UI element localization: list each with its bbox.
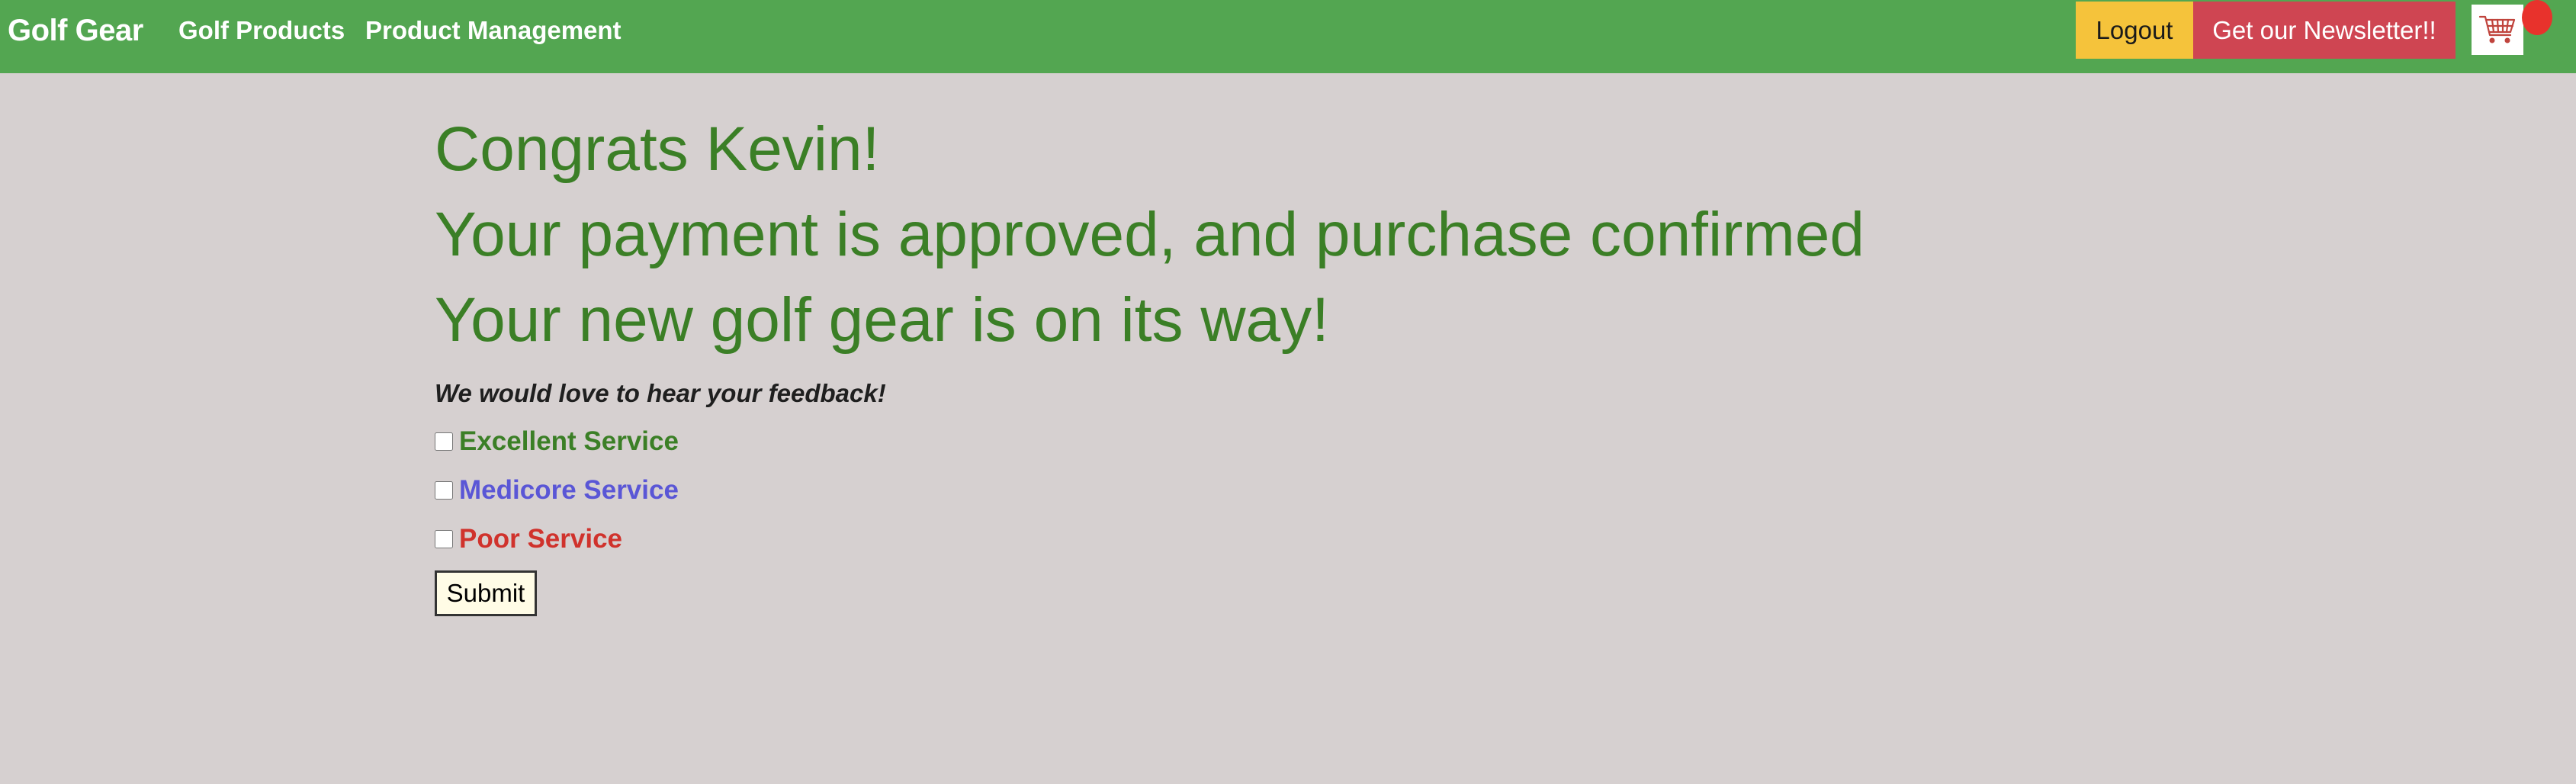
brand-logo[interactable]: Golf Gear [8, 14, 143, 47]
mediocre-service-checkbox[interactable] [435, 481, 453, 500]
poor-service-label[interactable]: Poor Service [459, 523, 622, 555]
shopping-cart-icon [2478, 15, 2516, 43]
feedback-option-poor: Poor Service [435, 523, 2265, 555]
payment-approved-heading: Your payment is approved, and purchase c… [435, 200, 1865, 269]
nav-link-golf-products[interactable]: Golf Products [178, 15, 345, 46]
congrats-heading: Congrats Kevin! [435, 114, 880, 184]
poor-service-checkbox[interactable] [435, 530, 453, 548]
cart-badge [2522, 0, 2552, 35]
top-navbar: Golf Gear Golf Products Product Manageme… [0, 0, 2576, 73]
feedback-option-excellent: Excellent Service [435, 426, 2265, 458]
logout-button[interactable]: Logout [2076, 2, 2193, 59]
nav-link-product-management[interactable]: Product Management [365, 15, 622, 46]
cart-button[interactable] [2472, 5, 2523, 55]
excellent-service-label[interactable]: Excellent Service [459, 426, 679, 458]
newsletter-button[interactable]: Get our Newsletter!! [2193, 2, 2456, 59]
feedback-prompt: We would love to hear your feedback! [435, 379, 886, 407]
feedback-option-mediocre: Medicore Service [435, 474, 2265, 506]
submit-button[interactable]: Submit [435, 570, 537, 616]
shipping-heading: Your new golf gear is on its way! [435, 285, 1329, 355]
confirmation-content: Congrats Kevin! Your payment is approved… [435, 107, 2265, 616]
mediocre-service-label[interactable]: Medicore Service [459, 474, 679, 506]
excellent-service-checkbox[interactable] [435, 432, 453, 451]
